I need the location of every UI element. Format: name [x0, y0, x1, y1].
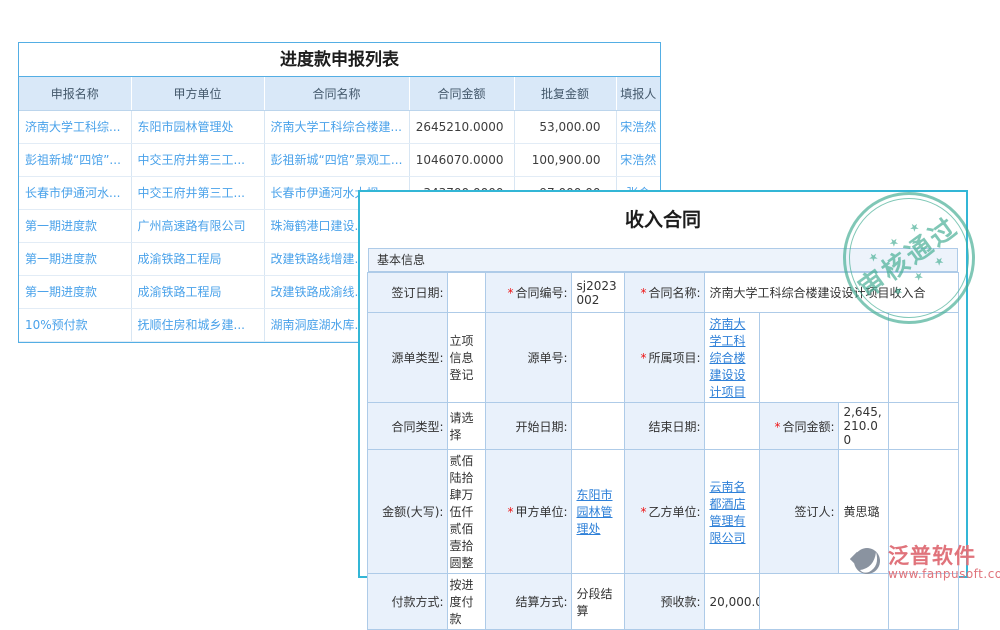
- advance-label: 预收款:: [625, 574, 705, 630]
- sign-date-label: 签订日期:: [368, 273, 448, 313]
- cell-approved-amount: 53,000.00: [514, 110, 616, 143]
- table-header-row: 申报名称 甲方单位 合同名称 合同金额 批复金额 填报人: [19, 77, 660, 110]
- header-cell-approved-amount: 批复金额: [514, 77, 616, 110]
- empty-cell: [760, 313, 889, 403]
- contract-amount-label: *合同金额:: [760, 403, 839, 450]
- party-b-link[interactable]: 云南名都酒店管理有限公司: [709, 480, 745, 545]
- header-cell-contract-name: 合同名称: [264, 77, 409, 110]
- pay-method-field[interactable]: 按进度付款: [448, 574, 486, 630]
- logo-website[interactable]: www.fanpusoft.com: [888, 568, 1000, 581]
- list-panel-title: 进度款申报列表: [19, 43, 660, 77]
- fanpu-logo-icon: [850, 544, 884, 578]
- cell-party-a[interactable]: 抚顺住房和城乡建...: [131, 308, 264, 341]
- audit-approved-stamp: ★ ★ ★ 审核通过 ★ ★ ★: [843, 192, 975, 324]
- cell-reporter: 宋浩然: [616, 110, 660, 143]
- settle-method-label: 结算方式:: [486, 574, 572, 630]
- required-asterisk: *: [507, 286, 513, 300]
- cell-party-a[interactable]: 成渝铁路工程局: [131, 242, 264, 275]
- contract-name-label: *合同名称:: [625, 273, 705, 313]
- fanpu-logo: 泛普软件 www.fanpusoft.com: [850, 544, 1000, 581]
- end-date-field[interactable]: [705, 403, 760, 450]
- required-asterisk: *: [640, 505, 646, 519]
- source-type-field[interactable]: 立项信息登记: [448, 313, 486, 403]
- cell-declaration-name[interactable]: 第一期进度款: [19, 275, 131, 308]
- header-cell-declaration-name: 申报名称: [19, 77, 131, 110]
- cell-contract-name[interactable]: 彭祖新城“四馆”景观工...: [264, 143, 409, 176]
- table-row: 济南大学工科综... 东阳市园林管理处 济南大学工科综合楼建... 264521…: [19, 110, 660, 143]
- empty-cell: [889, 403, 958, 450]
- cell-party-a[interactable]: 东阳市园林管理处: [131, 110, 264, 143]
- contract-type-label: 合同类型:: [368, 403, 448, 450]
- start-date-label: 开始日期:: [486, 403, 572, 450]
- cell-party-a[interactable]: 广州高速路有限公司: [131, 209, 264, 242]
- cell-declaration-name[interactable]: 10%预付款: [19, 308, 131, 341]
- source-no-field[interactable]: [572, 313, 625, 403]
- party-a-link[interactable]: 东阳市园林管理处: [576, 488, 612, 536]
- stamp-content: ★ ★ ★ 审核通过 ★ ★ ★: [846, 202, 972, 314]
- cell-declaration-name[interactable]: 第一期进度款: [19, 242, 131, 275]
- empty-cell: [889, 574, 958, 630]
- settle-method-field[interactable]: 分段结算: [572, 574, 625, 630]
- cell-declaration-name[interactable]: 彭祖新城“四馆”...: [19, 143, 131, 176]
- cell-contract-amount: 2645210.0000: [409, 110, 514, 143]
- cell-reporter: 宋浩然: [616, 143, 660, 176]
- contract-no-label: *合同编号:: [486, 273, 572, 313]
- logo-text-block: 泛普软件 www.fanpusoft.com: [888, 544, 1000, 581]
- party-b-label: *乙方单位:: [625, 450, 705, 574]
- source-no-label: 源单号:: [486, 313, 572, 403]
- project-field: 济南大学工科综合楼建设设计项目: [705, 313, 760, 403]
- cell-party-a[interactable]: 中交王府井第三工...: [131, 143, 264, 176]
- end-date-label: 结束日期:: [625, 403, 705, 450]
- project-label: *所属项目:: [625, 313, 705, 403]
- source-type-label: 源单类型:: [368, 313, 448, 403]
- cell-approved-amount: 100,900.00: [514, 143, 616, 176]
- sign-date-field[interactable]: [448, 273, 486, 313]
- party-b-field: 云南名都酒店管理有限公司: [705, 450, 760, 574]
- empty-cell: [760, 574, 889, 630]
- cell-party-a[interactable]: 中交王府井第三工...: [131, 176, 264, 209]
- empty-cell: [889, 313, 958, 403]
- party-a-field: 东阳市园林管理处: [572, 450, 625, 574]
- pay-method-label: 付款方式:: [368, 574, 448, 630]
- contract-amount-field[interactable]: 2,645,210.00: [839, 403, 889, 450]
- header-cell-reporter: 填报人: [616, 77, 660, 110]
- required-asterisk: *: [640, 286, 646, 300]
- required-asterisk: *: [640, 351, 646, 365]
- cell-declaration-name[interactable]: 长春市伊通河水...: [19, 176, 131, 209]
- amount-words-field[interactable]: 贰佰陆拾肆万伍仟贰佰壹拾圆整: [448, 450, 486, 574]
- table-row: 彭祖新城“四馆”... 中交王府井第三工... 彭祖新城“四馆”景观工... 1…: [19, 143, 660, 176]
- header-cell-contract-amount: 合同金额: [409, 77, 514, 110]
- cell-party-a[interactable]: 成渝铁路工程局: [131, 275, 264, 308]
- required-asterisk: *: [774, 420, 780, 434]
- cell-contract-name[interactable]: 济南大学工科综合楼建...: [264, 110, 409, 143]
- party-a-label: *甲方单位:: [486, 450, 572, 574]
- required-asterisk: *: [507, 505, 513, 519]
- signer-label: 签订人:: [760, 450, 839, 574]
- cell-contract-amount: 1046070.0000: [409, 143, 514, 176]
- header-cell-party-a: 甲方单位: [131, 77, 264, 110]
- project-link[interactable]: 济南大学工科综合楼建设设计项目: [709, 317, 745, 399]
- contract-type-select[interactable]: 请选择: [448, 403, 486, 450]
- cell-declaration-name[interactable]: 第一期进度款: [19, 209, 131, 242]
- amount-words-label: 金额(大写):: [368, 450, 448, 574]
- advance-field[interactable]: 20,000.00: [705, 574, 760, 630]
- logo-brand-name: 泛普软件: [888, 544, 1000, 568]
- start-date-field[interactable]: [572, 403, 625, 450]
- contract-no-field[interactable]: sj2023002: [572, 273, 625, 313]
- cell-declaration-name[interactable]: 济南大学工科综...: [19, 110, 131, 143]
